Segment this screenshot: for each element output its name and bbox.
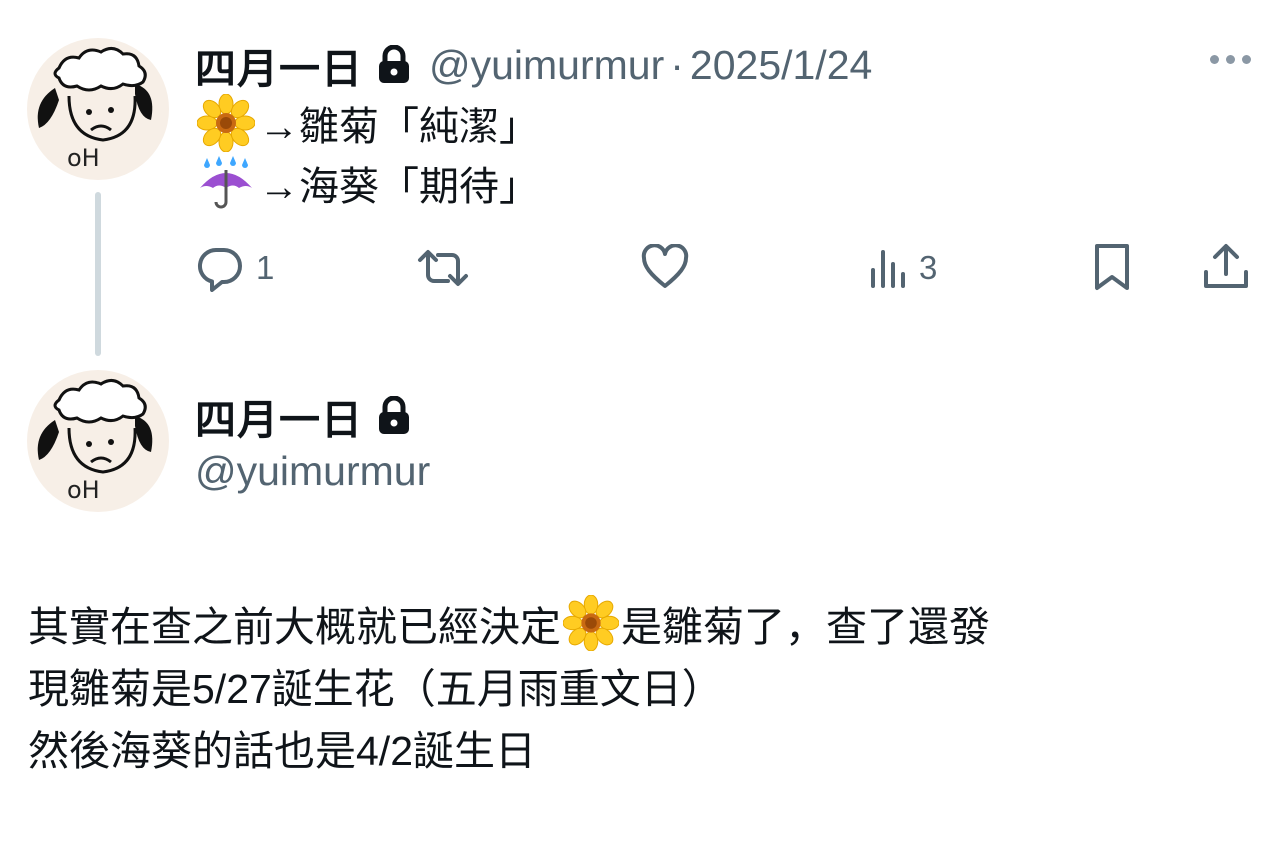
more-options-icon[interactable] <box>1210 55 1251 64</box>
tweet-line-1: →雛菊「純潔」 <box>196 93 539 153</box>
parent-tweet-header: 四月一日 @yuimurmur · 2025/1/24 <box>195 35 872 95</box>
tweet-body-line-3: 然後海葵的話也是4/2誕生日 <box>28 728 536 774</box>
repost-button[interactable] <box>416 244 470 292</box>
separator-dot: · <box>670 41 684 88</box>
tweet-date[interactable]: 2025/1/24 <box>690 42 872 89</box>
reply-icon <box>198 247 242 292</box>
tweet-body-line-2: 現雛菊是5/27誕生花（五月雨重文日） <box>28 666 723 712</box>
tweet-line-text: →雛菊「純潔」 <box>259 105 539 149</box>
repost-icon <box>418 250 468 286</box>
avatar[interactable]: oH <box>27 38 169 180</box>
author-name[interactable]: 四月一日 <box>195 35 363 95</box>
main-tweet-header: 四月一日 <box>195 386 411 446</box>
umbrella-rain-icon <box>197 154 255 212</box>
author-name[interactable]: 四月一日 <box>195 386 363 446</box>
share-icon <box>1204 244 1248 288</box>
tweet-body: 其實在查之前大概就已經決定 是雛菊了，查了還發 現雛菊是5/27誕生花（五月雨重… <box>28 594 990 782</box>
views-icon <box>871 250 905 288</box>
sheep-avatar-icon: oH <box>37 47 153 172</box>
sheep-avatar-icon: oH <box>37 379 153 504</box>
bookmark-icon <box>1095 244 1129 290</box>
views-count: 3 <box>919 249 938 286</box>
views-button[interactable]: 3 <box>867 244 937 292</box>
avatar-label: oH <box>67 144 100 172</box>
sunflower-icon <box>562 594 620 652</box>
heart-icon <box>641 244 689 288</box>
lock-icon <box>377 396 411 436</box>
author-handle[interactable]: @yuimurmur <box>429 42 664 89</box>
thread-connector <box>95 192 101 356</box>
bookmark-button[interactable] <box>1090 242 1134 294</box>
lock-icon <box>377 45 411 85</box>
like-button[interactable] <box>640 244 690 292</box>
avatar[interactable]: oH <box>27 370 169 512</box>
tweet-line-text: →海葵「期待」 <box>259 165 539 209</box>
author-handle[interactable]: @yuimurmur <box>195 448 430 495</box>
sunflower-icon <box>196 93 256 153</box>
tweet-line-2: →海葵「期待」 <box>197 154 539 212</box>
tweet-body-line-1: 其實在查之前大概就已經決定 是雛菊了，查了還發 <box>28 594 990 658</box>
reply-button[interactable]: 1 <box>196 244 274 292</box>
reply-count: 1 <box>256 249 275 286</box>
share-button[interactable] <box>1202 242 1250 292</box>
avatar-label: oH <box>67 476 100 504</box>
